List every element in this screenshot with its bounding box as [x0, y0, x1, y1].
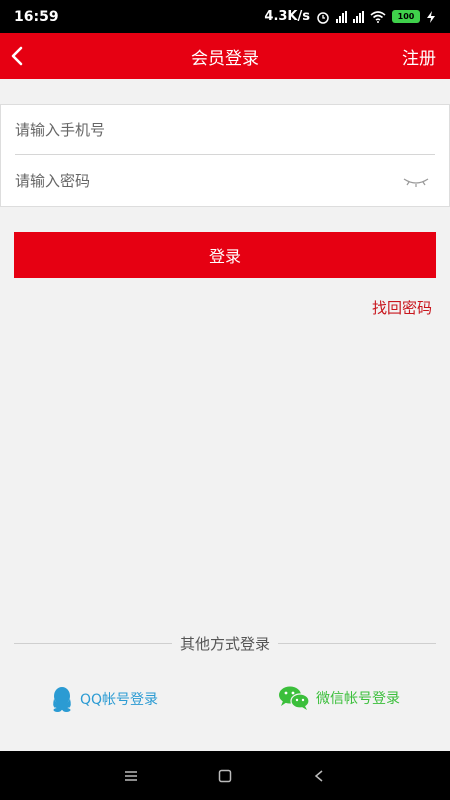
back-button[interactable]: [10, 33, 40, 79]
back-triangle-icon: [314, 769, 323, 782]
register-button[interactable]: 注册: [402, 33, 436, 79]
other-login-label: 其他方式登录: [180, 634, 271, 653]
home-button[interactable]: [178, 769, 272, 783]
network-speed: 4.3K/s: [264, 9, 310, 24]
wechat-login-label: 微信帐号登录: [316, 691, 400, 707]
qq-login-button[interactable]: QQ帐号登录: [50, 686, 158, 712]
chevron-left-icon: [11, 46, 23, 66]
login-form: [0, 104, 450, 207]
wifi-icon: [370, 10, 386, 23]
password-field-row: [15, 156, 435, 206]
divider-line-right: [278, 642, 437, 644]
signal-icon-2: [353, 10, 364, 23]
qq-icon: [53, 687, 71, 712]
status-icons: 4.3K/s 100: [264, 9, 436, 24]
header-bar: 会员登录 注册: [0, 33, 450, 79]
wechat-icon: [279, 686, 310, 710]
login-button[interactable]: 登录: [14, 232, 436, 278]
menu-button[interactable]: [84, 770, 178, 782]
wechat-login-button[interactable]: 微信帐号登录: [278, 686, 400, 710]
system-back-button[interactable]: [272, 769, 366, 783]
forgot-password-link[interactable]: 找回密码: [372, 297, 432, 318]
signal-icon: [336, 10, 347, 23]
page-title: 会员登录: [191, 48, 259, 69]
charging-icon: [427, 10, 435, 23]
password-input[interactable]: [15, 172, 435, 190]
home-square-icon: [218, 769, 232, 782]
phone-field-row: [15, 105, 435, 155]
system-nav-bar: [0, 751, 450, 800]
alarm-icon: [317, 11, 329, 24]
status-time: 16:59: [14, 8, 59, 25]
battery-icon: 100: [392, 10, 420, 23]
other-login-divider: 其他方式登录: [14, 632, 437, 654]
divider-line-left: [14, 642, 172, 644]
qq-login-label: QQ帐号登录: [80, 692, 159, 708]
eye-closed-icon[interactable]: [401, 174, 431, 188]
phone-input[interactable]: [15, 120, 435, 139]
status-bar: 16:59 4.3K/s 100: [0, 0, 450, 33]
menu-icon: [125, 770, 137, 781]
